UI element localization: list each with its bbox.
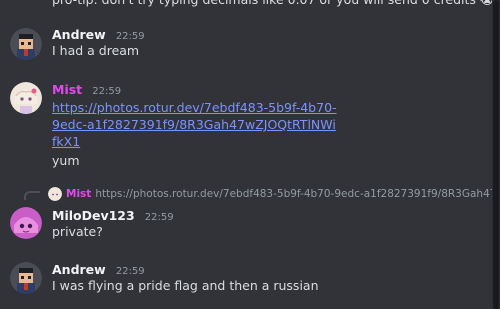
reply-text: https://photos.rotur.dev/7ebdf483-5b9f-4… [95, 188, 492, 200]
message-content: yum [52, 153, 80, 168]
reply-author[interactable]: Mist [66, 188, 91, 200]
message-author[interactable]: Mist [52, 82, 82, 97]
scrollbar[interactable] [492, 0, 500, 309]
milo-avatar[interactable] [10, 207, 42, 239]
reply-preview[interactable]: Mist https://photos.rotur.dev/7ebdf483-5b… [48, 187, 492, 201]
partial-message-text: pro-tip: don't try typing decimals like … [52, 0, 492, 8]
message-timestamp: 22:59 [92, 86, 122, 97]
message-author[interactable]: Andrew [52, 27, 106, 42]
mist-avatar[interactable] [10, 82, 42, 114]
andrew-avatar[interactable] [10, 262, 42, 294]
message-link[interactable]: https://photos.rotur.dev/7ebdf483-5b9f-4… [52, 100, 337, 149]
message-timestamp: 22:59 [115, 266, 145, 277]
mist-avatar-small [48, 187, 62, 201]
message-content: private? [52, 224, 103, 239]
chat-message-list[interactable]: pro-tip: don't try typing decimals like … [0, 0, 500, 309]
message-content: I was flying a pride flag and then a rus… [52, 278, 319, 293]
message-author[interactable]: MiloDev123 [52, 208, 135, 223]
message-author[interactable]: Andrew [52, 262, 106, 277]
message-timestamp: 22:59 [144, 212, 174, 223]
andrew-avatar[interactable] [10, 28, 42, 60]
reply-connector [24, 191, 40, 200]
scrollbar-thumb[interactable] [493, 0, 499, 309]
message-timestamp: 22:59 [115, 31, 145, 42]
message-content: I had a dream [52, 43, 140, 58]
